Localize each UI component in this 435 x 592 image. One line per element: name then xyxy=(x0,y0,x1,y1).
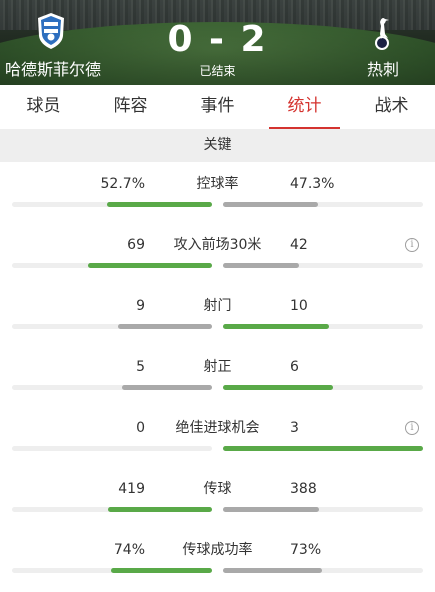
away-stat-track xyxy=(223,324,423,329)
away-stat-track xyxy=(223,385,423,390)
away-stat-bar xyxy=(223,263,299,268)
home-stat-track xyxy=(12,507,212,512)
away-stat-track xyxy=(223,263,423,268)
stat-row: 0 绝佳进球机会 3 i xyxy=(0,410,435,471)
away-stat-value: 3 xyxy=(290,420,299,436)
away-stat-value: 388 xyxy=(290,481,317,497)
stat-label: 射门 xyxy=(203,298,232,314)
away-stat-bar xyxy=(223,568,322,573)
stat-label: 绝佳进球机会 xyxy=(175,420,260,436)
info-icon[interactable]: i xyxy=(405,421,419,435)
away-stat-value: 42 xyxy=(290,237,308,253)
home-stat-track xyxy=(12,263,212,268)
away-stat-track xyxy=(223,446,423,451)
away-stat-bar xyxy=(223,324,329,329)
stat-label: 攻入前场30米 xyxy=(173,237,262,253)
home-team-name[interactable]: 哈德斯菲尔德 xyxy=(5,60,101,80)
match-stats-screen: 0 - 2 已结束 哈德斯菲尔德 热刺 球员 阵容 事件 统计 战术 关键 52… xyxy=(0,0,435,592)
away-team-name[interactable]: 热刺 xyxy=(367,60,399,80)
stat-label: 射正 xyxy=(203,359,232,375)
home-stat-track xyxy=(12,202,212,207)
home-stat-bar xyxy=(88,263,212,268)
section-header-key: 关键 xyxy=(0,129,435,162)
home-stat-track xyxy=(12,446,212,451)
tab-bar: 球员 阵容 事件 统计 战术 xyxy=(0,85,435,129)
home-stat-track xyxy=(12,324,212,329)
away-stat-bar xyxy=(223,385,333,390)
away-stat-track xyxy=(223,202,423,207)
away-stat-track xyxy=(223,507,423,512)
stat-label: 控球率 xyxy=(196,176,239,192)
tab-tactics[interactable]: 战术 xyxy=(348,85,435,129)
home-stat-bar xyxy=(108,507,212,512)
match-score: 0 - 2 xyxy=(167,19,268,60)
home-stat-track xyxy=(12,385,212,390)
stat-row: 9 射门 10 xyxy=(0,288,435,349)
stat-row: 52.7% 控球率 47.3% xyxy=(0,166,435,227)
home-stat-bar xyxy=(118,324,212,329)
tab-lineup[interactable]: 阵容 xyxy=(87,85,174,129)
away-stat-bar xyxy=(223,202,318,207)
stat-row: 69 攻入前场30米 42 i xyxy=(0,227,435,288)
away-stat-bar xyxy=(223,446,423,451)
home-stat-bar xyxy=(107,202,212,207)
tab-stats[interactable]: 统计 xyxy=(261,85,348,129)
tab-events[interactable]: 事件 xyxy=(174,85,261,129)
home-stat-track xyxy=(12,568,212,573)
match-header: 0 - 2 已结束 哈德斯菲尔德 热刺 xyxy=(0,0,435,85)
home-stat-bar xyxy=(111,568,212,573)
away-stat-track xyxy=(223,568,423,573)
stat-row: 419 传球 388 xyxy=(0,471,435,532)
stat-row: 5 射正 6 xyxy=(0,349,435,410)
home-stat-bar xyxy=(122,385,212,390)
away-stat-value: 47.3% xyxy=(290,176,335,192)
away-stat-value: 73% xyxy=(290,542,322,558)
away-stat-bar xyxy=(223,507,319,512)
stat-label: 传球 xyxy=(203,481,232,497)
tab-players[interactable]: 球员 xyxy=(0,85,87,129)
info-icon[interactable]: i xyxy=(405,238,419,252)
stat-label: 传球成功率 xyxy=(182,542,253,558)
away-stat-value: 6 xyxy=(290,359,299,375)
stat-row: 74% 传球成功率 73% xyxy=(0,532,435,592)
away-stat-value: 10 xyxy=(290,298,308,314)
